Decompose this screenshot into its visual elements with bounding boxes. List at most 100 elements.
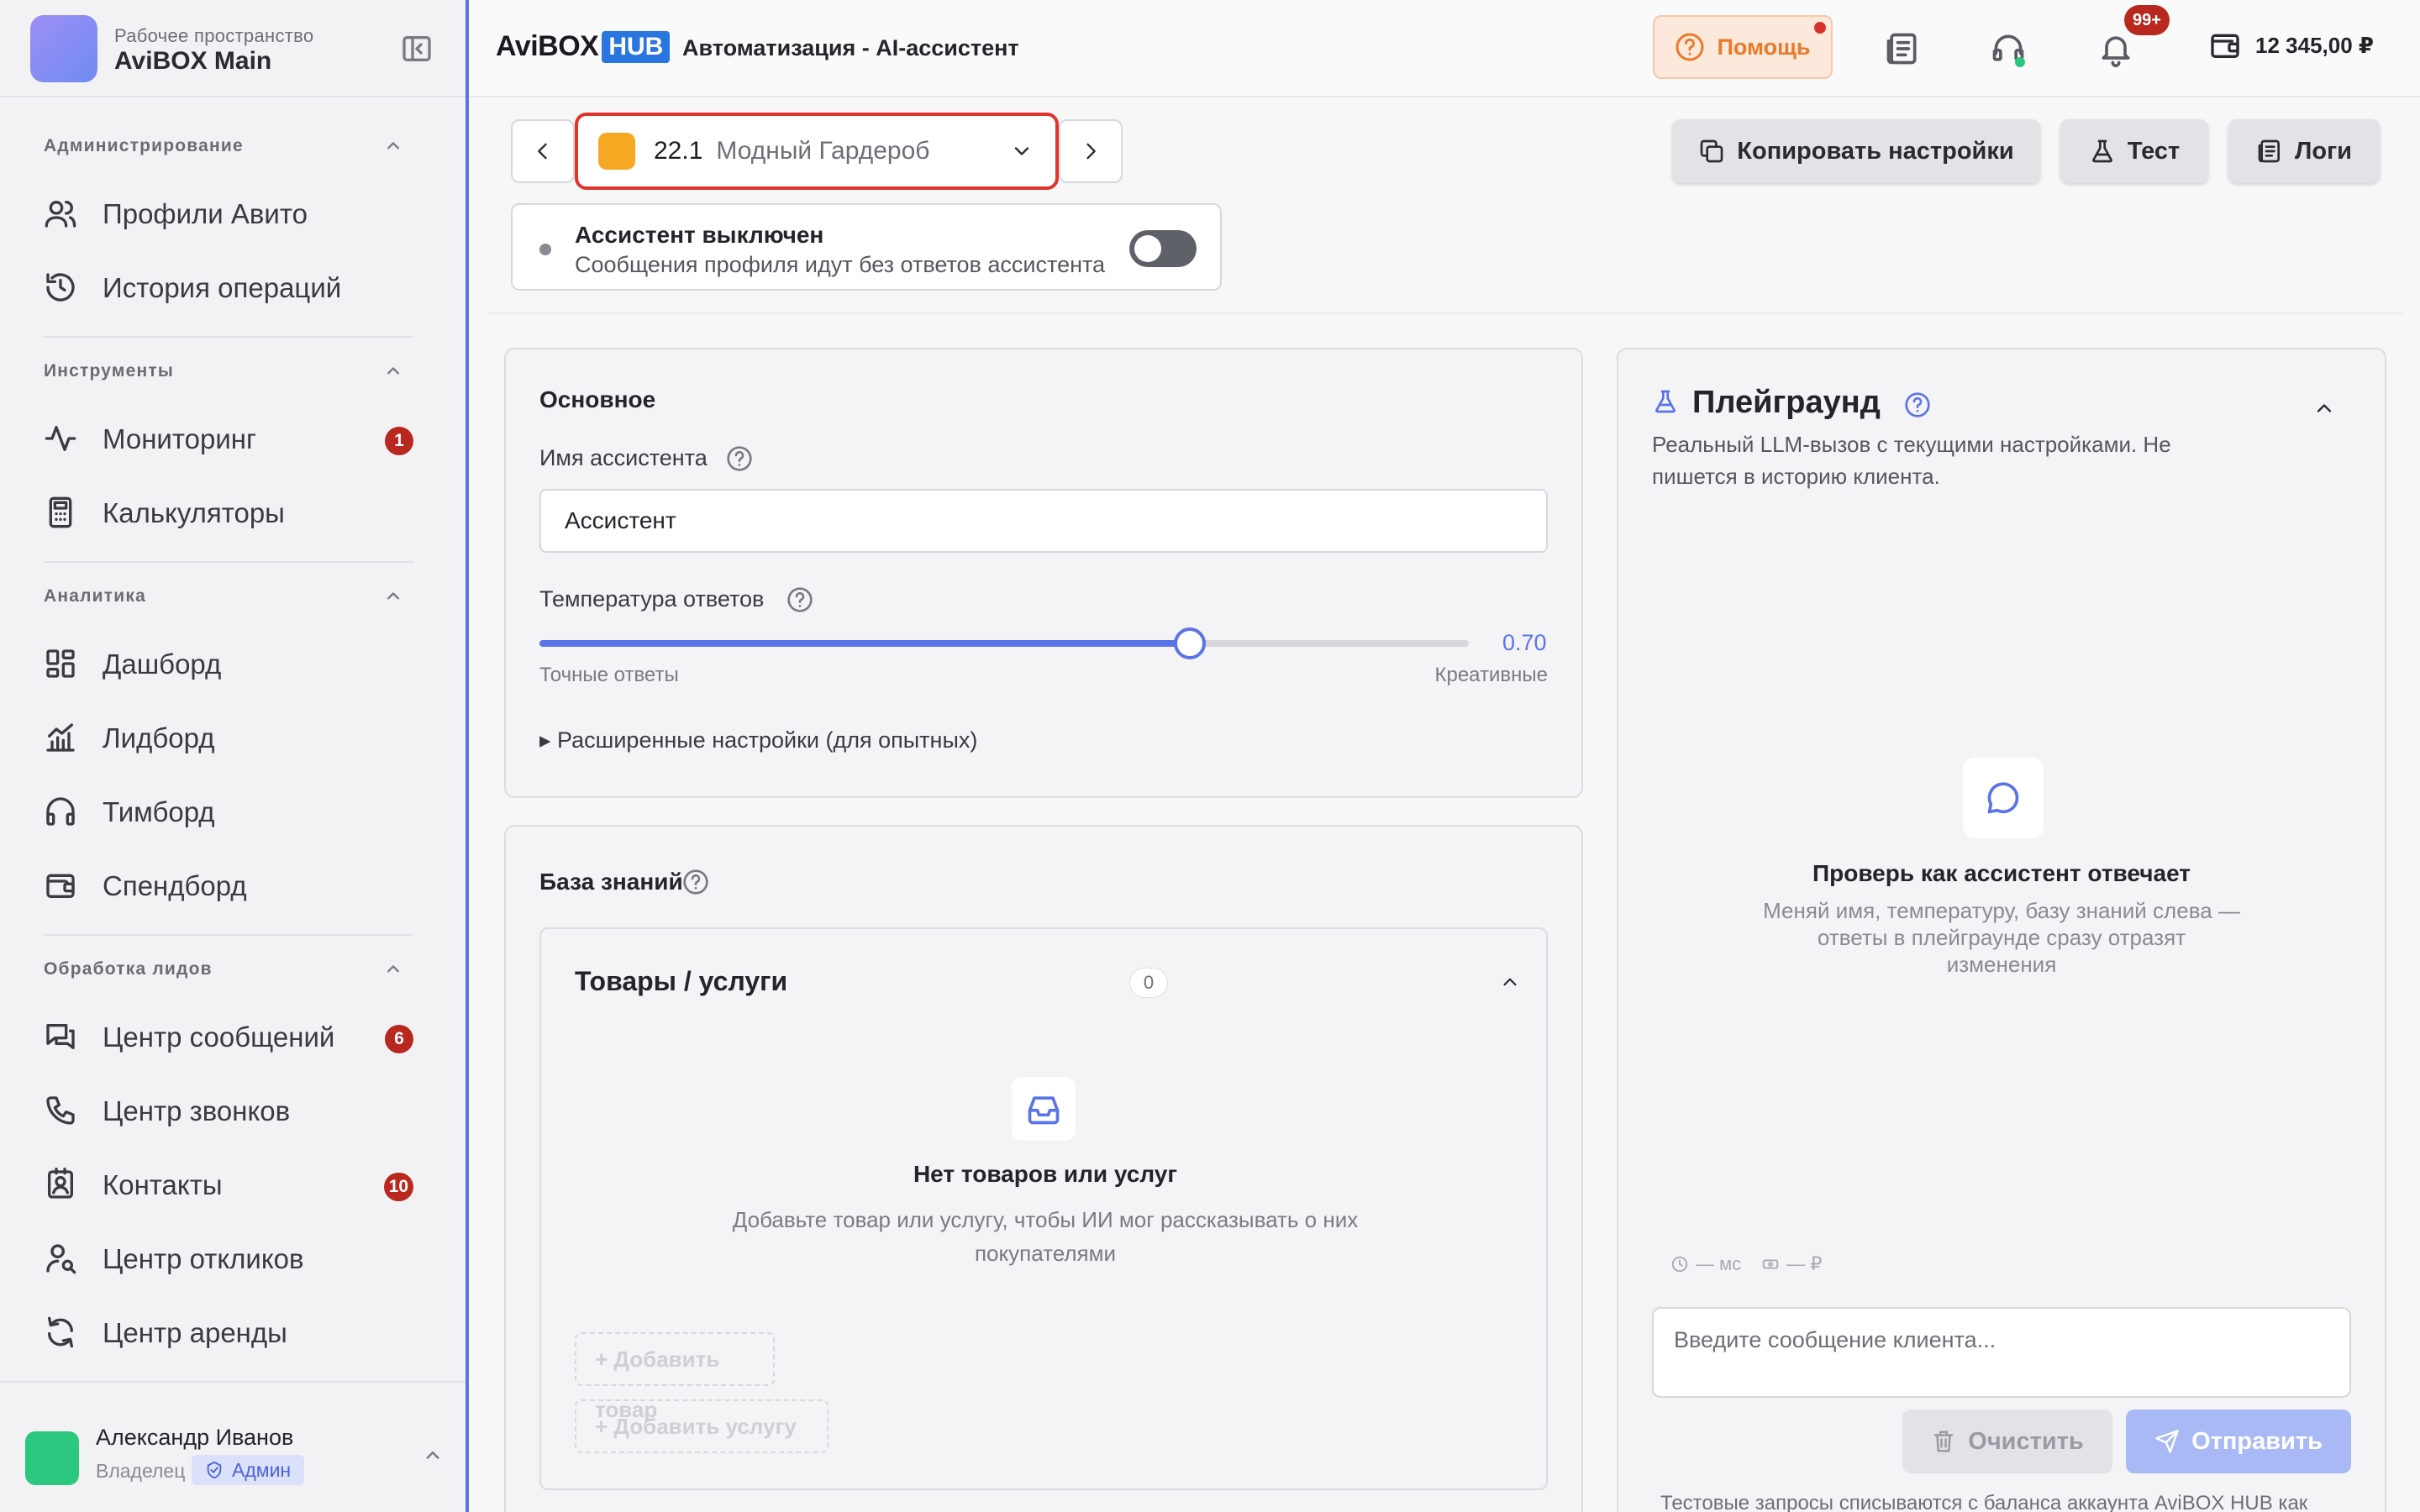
section-tools-header[interactable]: Инструменты — [44, 361, 413, 381]
workspace-subtitle: Рабочее пространство — [114, 25, 314, 46]
copy-icon — [1700, 139, 1723, 163]
phone-icon — [46, 1096, 75, 1125]
slider-handle[interactable] — [1174, 627, 1207, 659]
section-administration-header[interactable]: Администрирование — [44, 136, 413, 156]
bar-chart-icon — [46, 723, 75, 752]
assistant-name-input[interactable]: Ассистент — [539, 489, 1548, 553]
next-profile-button[interactable] — [1059, 119, 1123, 183]
assistant-enabled-toggle[interactable] — [1129, 230, 1197, 267]
sidebar-item-label: Мониторинг — [103, 423, 257, 454]
temperature-label: Температура ответов — [539, 586, 765, 612]
section-leads-header[interactable]: Обработка лидов — [44, 959, 413, 979]
online-status-dot — [2015, 57, 2025, 67]
add-service-button[interactable]: + Добавить услугу — [575, 1399, 829, 1453]
slider-fill — [539, 640, 1191, 647]
sidebar-item-dashboard[interactable]: Дашборд — [44, 637, 413, 690]
user-role: Владелец — [96, 1460, 186, 1482]
logo[interactable]: AviBOX HUB — [496, 30, 671, 63]
status-title: Ассистент выключен — [575, 222, 824, 248]
response-metrics: — мс — ₽ — [1670, 1253, 1822, 1275]
notification-dot — [1814, 22, 1826, 34]
help-button[interactable]: Помощь — [1653, 15, 1833, 79]
sidebar-item-label: Калькуляторы — [103, 497, 285, 528]
chevron-right-icon — [1086, 143, 1096, 160]
divider — [487, 312, 2403, 314]
headphones-icon — [46, 797, 75, 826]
clear-button[interactable]: Очистить — [1902, 1410, 2112, 1473]
sidebar-item-contacts[interactable]: Контакты 10 — [44, 1158, 413, 1211]
chevron-up-icon[interactable] — [381, 958, 405, 981]
top-header: AviBOX HUB Автоматизация - AI-ассистент … — [469, 0, 2420, 97]
sidebar-item-teamboard[interactable]: Тимборд — [44, 785, 413, 838]
sidebar-item-operation-history[interactable]: История операций — [44, 260, 413, 314]
chevron-up-icon[interactable] — [420, 1443, 445, 1468]
sidebar-item-label: Центр звонков — [103, 1095, 291, 1126]
sidebar-item-label: Спендборд — [103, 870, 247, 901]
message-center-badge: 6 — [385, 1025, 413, 1053]
collapse-sidebar-icon[interactable] — [400, 32, 434, 66]
sidebar-item-label: Центр откликов — [103, 1243, 304, 1274]
cost-metric: — ₽ — [1761, 1253, 1822, 1275]
sidebar-item-leadboard[interactable]: Лидборд — [44, 711, 413, 764]
chevron-up-icon[interactable] — [381, 360, 405, 383]
send-button[interactable]: Отправить — [2126, 1410, 2351, 1473]
sidebar-item-message-center[interactable]: Центр сообщений 6 — [44, 1010, 413, 1063]
chevron-up-icon[interactable] — [2312, 396, 2336, 420]
section-title[interactable]: Товары / услуги — [575, 966, 787, 997]
flask-icon — [1655, 390, 1676, 413]
user-name: Александр Иванов — [96, 1425, 294, 1450]
contacts-badge: 10 — [383, 1173, 413, 1201]
section-analytics-header[interactable]: Аналитика — [44, 586, 413, 606]
sidebar-item-monitoring[interactable]: Мониторинг 1 — [44, 412, 413, 465]
card-title: Основное — [539, 386, 656, 412]
chevron-up-icon[interactable] — [381, 134, 405, 158]
role-badge-label: Админ — [232, 1459, 292, 1481]
workspace-name: AviBOX Main — [114, 47, 272, 75]
help-label: Помощь — [1717, 34, 1811, 60]
question-circle-icon[interactable] — [786, 586, 813, 613]
copy-settings-label: Копировать настройки — [1737, 137, 2014, 165]
empty-state-title: Проверь как ассистент отвечает — [1812, 860, 2191, 886]
sidebar-item-calculators[interactable]: Калькуляторы — [44, 486, 413, 539]
chevron-left-icon — [538, 143, 547, 160]
activity-icon — [45, 426, 76, 451]
question-circle-icon[interactable] — [726, 445, 753, 472]
latency-value: — мс — [1696, 1253, 1742, 1274]
cost-value: — ₽ — [1786, 1253, 1823, 1274]
test-button[interactable]: Тест — [2060, 119, 2208, 183]
question-circle-icon[interactable] — [682, 869, 709, 895]
divider — [44, 561, 413, 563]
copy-settings-button[interactable]: Копировать настройки — [1672, 119, 2040, 183]
wallet-icon — [46, 874, 75, 898]
advanced-settings-toggle[interactable]: ▸ Расширенные настройки (для опытных) — [539, 727, 977, 753]
sidebar-item-label: Тимборд — [103, 796, 215, 827]
user-profile[interactable]: Александр Иванов Владелец Админ — [0, 1381, 466, 1512]
sidebar-item-rental-center[interactable]: Центр аренды — [44, 1305, 413, 1359]
products-services-section: Товары / услуги 0 Нет товаров или услуг … — [539, 927, 1548, 1490]
client-message-input[interactable]: Введите сообщение клиента... — [1652, 1307, 2351, 1398]
chevron-up-icon[interactable] — [1499, 971, 1521, 993]
latency-metric: — мс — [1670, 1253, 1741, 1275]
shield-icon — [207, 1461, 222, 1479]
sidebar-item-call-center[interactable]: Центр звонков — [44, 1084, 413, 1137]
sidebar-item-responses-center[interactable]: Центр откликов — [44, 1231, 413, 1285]
sidebar-item-spendboard[interactable]: Спендборд — [44, 858, 413, 912]
sidebar-item-label: Центр сообщений — [103, 1021, 335, 1053]
profile-selector[interactable]: 22.1 Модный Гардероб — [575, 113, 1059, 190]
balance-widget[interactable]: 12 345,00 ₽ — [2208, 29, 2374, 62]
news-icon[interactable] — [1884, 30, 1921, 67]
sidebar-item-avito-profiles[interactable]: Профили Авито — [44, 186, 413, 240]
ticket-icon — [1763, 1259, 1779, 1269]
previous-profile-button[interactable] — [511, 119, 575, 183]
temperature-slider[interactable] — [539, 627, 1469, 659]
workspace-switcher[interactable]: Рабочее пространство AviBOX Main — [0, 0, 466, 97]
logs-button[interactable]: Логи — [2228, 119, 2380, 183]
calculator-icon — [49, 496, 72, 528]
contacts-icon — [48, 1168, 73, 1199]
add-product-button[interactable]: + Добавить товар — [575, 1332, 775, 1422]
question-circle-icon[interactable] — [1904, 391, 1931, 418]
trash-icon — [1934, 1431, 1954, 1452]
chevron-up-icon[interactable] — [381, 585, 405, 608]
bell-icon[interactable] — [2097, 30, 2134, 67]
send-label: Отправить — [2191, 1427, 2323, 1455]
